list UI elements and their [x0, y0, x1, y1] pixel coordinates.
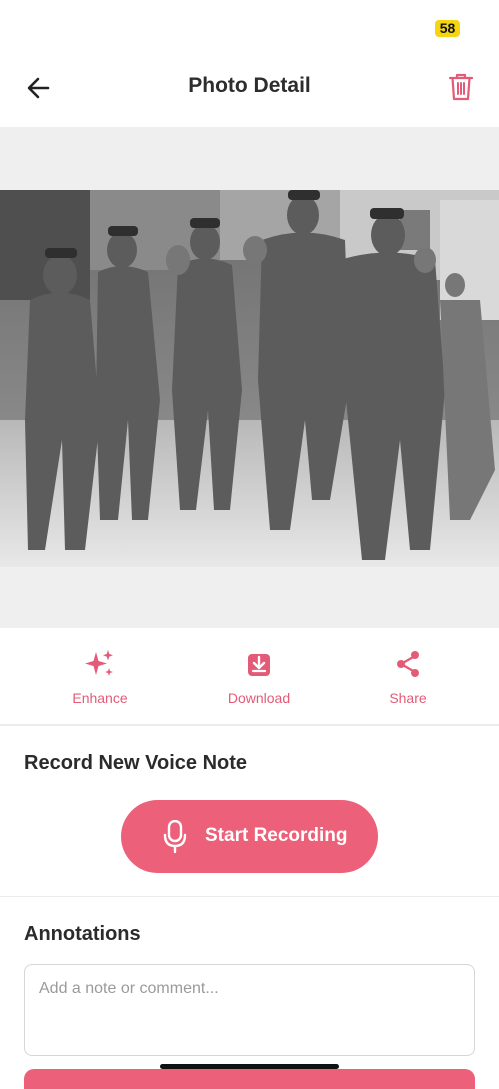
enhance-label: Enhance — [72, 690, 128, 706]
sparkles-icon — [85, 650, 113, 676]
voice-note-section: Record New Voice Note Start Recording — [0, 727, 499, 897]
note-input[interactable] — [24, 964, 475, 1056]
download-button[interactable]: Download — [204, 648, 314, 706]
annotations-section: Annotations — [0, 898, 499, 1089]
trash-icon — [448, 73, 474, 101]
share-label: Share — [389, 690, 427, 706]
download-icon — [248, 654, 270, 676]
action-bar: Enhance Download Share — [0, 628, 499, 726]
download-label: Download — [227, 690, 291, 706]
share-icon — [397, 651, 419, 677]
start-recording-button[interactable]: Start Recording — [121, 800, 378, 873]
page-title: Photo Detail — [188, 74, 311, 97]
photo-container — [0, 127, 499, 628]
annotations-heading: Annotations — [24, 923, 141, 945]
save-note-button[interactable] — [24, 1069, 475, 1089]
home-indicator — [160, 1064, 339, 1069]
battery-indicator: 58 — [435, 20, 460, 37]
status-bar: 58 — [0, 0, 499, 56]
enhance-button[interactable]: Enhance — [45, 648, 155, 706]
header: Photo Detail — [0, 60, 499, 116]
photo-image[interactable] — [0, 190, 499, 567]
delete-button[interactable] — [447, 71, 475, 103]
microphone-icon — [163, 820, 187, 854]
share-button[interactable]: Share — [353, 648, 463, 706]
start-recording-label: Start Recording — [205, 825, 348, 846]
voice-note-heading: Record New Voice Note — [24, 752, 248, 774]
